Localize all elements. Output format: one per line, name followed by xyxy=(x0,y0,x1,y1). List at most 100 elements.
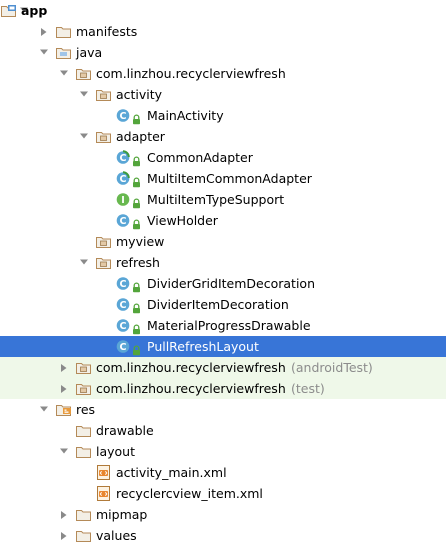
tree-row-materialprogressdrawable[interactable]: C MaterialProgressDrawable xyxy=(0,315,446,336)
svg-text:C: C xyxy=(120,216,127,227)
tree-item-label: activity_main.xml xyxy=(116,465,227,480)
tree-item-label: com.linzhou.recyclerviewfresh xyxy=(96,66,286,81)
tree-row-pullrefreshlayout[interactable]: C PullRefreshLayout xyxy=(0,336,446,357)
tree-row-mipmap[interactable]: mipmap xyxy=(0,504,446,525)
class-icon: C xyxy=(115,317,132,334)
svg-text:C: C xyxy=(120,342,127,353)
tree-item-label: com.linzhou.recyclerviewfresh xyxy=(96,360,286,375)
tree-row-drawable[interactable]: drawable xyxy=(0,420,446,441)
source-set-suffix: (test) xyxy=(291,381,325,396)
class-icon: C xyxy=(115,275,132,292)
expand-arrow-icon[interactable] xyxy=(58,525,70,546)
tree-row-res[interactable]: res xyxy=(0,399,446,420)
tree-row-recyclercview-item-xml[interactable]: recyclercview_item.xml xyxy=(0,483,446,504)
expand-arrow-icon[interactable] xyxy=(58,504,70,525)
class-icon: C xyxy=(115,296,132,313)
tree-row-app[interactable]: app xyxy=(0,0,446,21)
tree-row-com-linzhou-recyclerviewfresh-test[interactable]: com.linzhou.recyclerviewfresh (test) xyxy=(0,378,446,399)
tree-row-mainactivity[interactable]: C MainActivity xyxy=(0,105,446,126)
tree-row-java[interactable]: java xyxy=(0,42,446,63)
package-icon xyxy=(95,233,112,250)
tree-row-myview[interactable]: myview xyxy=(0,231,446,252)
svg-text:C: C xyxy=(120,111,127,122)
tree-row-com-linzhou-recyclerviewfresh-androidtest[interactable]: com.linzhou.recyclerviewfresh (androidTes… xyxy=(0,357,446,378)
tree-row-com-linzhou-recyclerviewfresh[interactable]: com.linzhou.recyclerviewfresh xyxy=(0,63,446,84)
svg-text:C: C xyxy=(120,153,127,164)
collapse-arrow-icon[interactable] xyxy=(78,252,90,273)
svg-text:C: C xyxy=(120,174,127,185)
tree-item-label: res xyxy=(76,402,96,417)
project-tree: app manifests java com.linzhou.recyclerview… xyxy=(0,0,446,543)
tree-item-label: app xyxy=(21,3,48,18)
package-icon xyxy=(75,380,92,397)
xml-file-icon xyxy=(95,464,112,481)
tree-item-label: java xyxy=(76,45,103,60)
folder-icon xyxy=(75,443,92,460)
tree-item-label: MaterialProgressDrawable xyxy=(147,318,311,333)
tree-row-dividergriditemdecoration[interactable]: C DividerGridItemDecoration xyxy=(0,273,446,294)
folder-icon xyxy=(75,527,92,544)
tree-row-refresh[interactable]: refresh xyxy=(0,252,446,273)
tree-item-label: DividerItemDecoration xyxy=(147,297,289,312)
source-set-suffix: (androidTest) xyxy=(291,360,373,375)
collapse-arrow-icon[interactable] xyxy=(78,126,90,147)
tree-row-multiitemcommonadapter[interactable]: C MultiItemCommonAdapter xyxy=(0,168,446,189)
tree-item-label: PullRefreshLayout xyxy=(147,339,259,354)
interface-icon: I xyxy=(115,191,132,208)
tree-item-label: refresh xyxy=(116,255,160,270)
expand-arrow-icon[interactable] xyxy=(38,21,50,42)
tree-item-label: MultiItemCommonAdapter xyxy=(147,171,312,186)
tree-row-adapter[interactable]: adapter xyxy=(0,126,446,147)
tree-row-layout[interactable]: layout xyxy=(0,441,446,462)
tree-row-activity[interactable]: activity xyxy=(0,84,446,105)
xml-file-icon xyxy=(95,485,112,502)
class-icon: C xyxy=(115,338,132,355)
tree-row-viewholder[interactable]: C ViewHolder xyxy=(0,210,446,231)
tree-row-manifests[interactable]: manifests xyxy=(0,21,446,42)
expand-arrow-icon[interactable] xyxy=(58,357,70,378)
expand-arrow-icon[interactable] xyxy=(58,378,70,399)
tree-item-label: com.linzhou.recyclerviewfresh xyxy=(96,381,286,396)
tree-row-divideritemdecoration[interactable]: C DividerItemDecoration xyxy=(0,294,446,315)
tree-item-label: drawable xyxy=(96,423,154,438)
class-icon: C xyxy=(115,212,132,229)
class-icon: C xyxy=(115,107,132,124)
tree-item-label: layout xyxy=(96,444,136,459)
tree-row-values[interactable]: values xyxy=(0,525,446,546)
abstract-class-icon: C xyxy=(115,170,132,187)
svg-text:C: C xyxy=(120,321,127,332)
abstract-class-icon: C xyxy=(115,149,132,166)
resource-folder-icon xyxy=(55,401,72,418)
tree-item-label: adapter xyxy=(116,129,165,144)
svg-text:C: C xyxy=(120,300,127,311)
tree-row-multiitemtypesupport[interactable]: I MultiItemTypeSupport xyxy=(0,189,446,210)
package-icon xyxy=(75,65,92,82)
collapse-arrow-icon[interactable] xyxy=(58,441,70,462)
package-icon xyxy=(95,128,112,145)
package-icon xyxy=(95,86,112,103)
svg-text:I: I xyxy=(121,195,125,206)
tree-item-label: ViewHolder xyxy=(147,213,218,228)
tree-item-label: DividerGridItemDecoration xyxy=(147,276,315,291)
tree-item-label: activity xyxy=(116,87,163,102)
package-icon xyxy=(75,359,92,376)
tree-item-label: CommonAdapter xyxy=(147,150,253,165)
folder-icon xyxy=(55,23,72,40)
tree-item-label: manifests xyxy=(76,24,138,39)
collapse-arrow-icon[interactable] xyxy=(38,42,50,63)
source-folder-icon xyxy=(55,44,72,61)
module-folder-icon xyxy=(0,2,17,19)
collapse-arrow-icon[interactable] xyxy=(58,63,70,84)
tree-item-label: MultiItemTypeSupport xyxy=(147,192,285,207)
tree-row-activity-main-xml[interactable]: activity_main.xml xyxy=(0,462,446,483)
folder-icon xyxy=(75,422,92,439)
package-icon xyxy=(95,254,112,271)
collapse-arrow-icon[interactable] xyxy=(78,84,90,105)
tree-row-commonadapter[interactable]: C CommonAdapter xyxy=(0,147,446,168)
folder-icon xyxy=(75,506,92,523)
tree-item-label: recyclercview_item.xml xyxy=(116,486,263,501)
tree-item-label: MainActivity xyxy=(147,108,224,123)
svg-text:C: C xyxy=(120,279,127,290)
tree-item-label: mipmap xyxy=(96,507,148,522)
collapse-arrow-icon[interactable] xyxy=(38,399,50,420)
